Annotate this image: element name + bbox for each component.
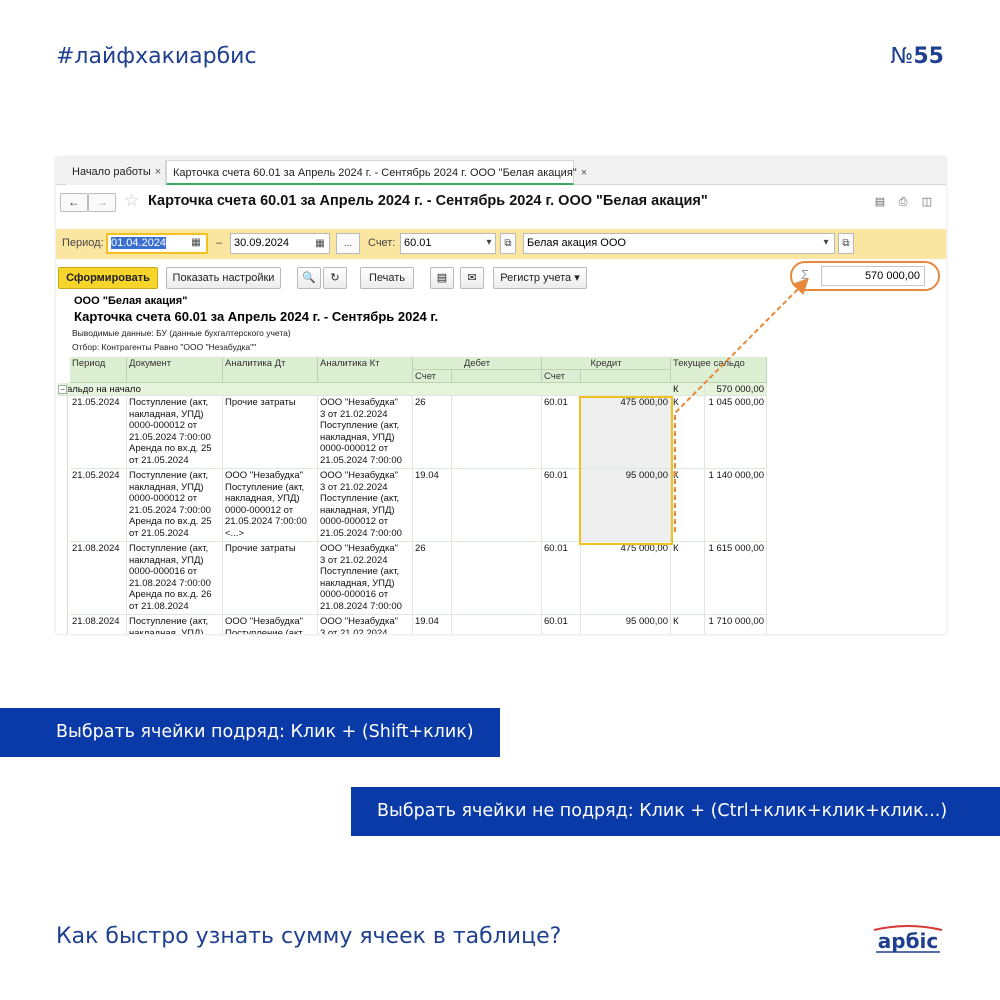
column-header-period[interactable]: Период xyxy=(70,357,127,383)
row-debit-account[interactable]: 19.04 xyxy=(413,469,452,542)
issue-number: №55 xyxy=(880,44,944,69)
row-debit-account[interactable]: 26 xyxy=(413,542,452,615)
row-document[interactable]: Поступление (акт, накладная, УПД) 0000-0… xyxy=(127,396,223,469)
hashtag: #лайфхакиарбис xyxy=(56,44,257,69)
row-credit-account[interactable]: 60.01 xyxy=(542,396,581,469)
column-header-debit-amount[interactable] xyxy=(452,370,542,383)
row-balance-side[interactable]: К xyxy=(671,542,705,615)
row-balance[interactable]: 1 140 000,00 xyxy=(705,469,767,542)
row-analytics-kt[interactable]: ООО "Незабудка" 3 от 21.02.2024 Поступле… xyxy=(318,469,413,542)
tip-consecutive: Выбрать ячейки подряд: Клик + (Shift+кли… xyxy=(0,708,500,757)
row-debit-account[interactable]: 26 xyxy=(413,396,452,469)
row-balance-side[interactable]: К xyxy=(671,396,705,469)
issue-prefix: № xyxy=(890,44,914,69)
row-credit-account[interactable]: 60.01 xyxy=(542,542,581,615)
row-balance[interactable]: 1 615 000,00 xyxy=(705,542,767,615)
row-analytics-kt[interactable]: ООО "Незабудка" 3 от 21.02.2024 Поступле… xyxy=(318,396,413,469)
opening-balance-side[interactable]: К xyxy=(671,383,705,396)
column-header-debit[interactable]: Дебет xyxy=(413,357,542,370)
row-balance-side[interactable]: К xyxy=(671,615,705,634)
row-credit-account[interactable]: 60.01 xyxy=(542,615,581,634)
row-document[interactable]: Поступление (акт, накладная, УПД) 0000-0… xyxy=(127,469,223,542)
column-header-credit[interactable]: Кредит xyxy=(542,357,671,370)
svg-text:арбіс: арбіс xyxy=(878,929,939,953)
arbis-logo-icon: арбіс xyxy=(873,925,943,953)
column-header-analytics-dt[interactable]: Аналитика Дт xyxy=(223,357,318,383)
column-header-balance[interactable]: Текущее сальдо xyxy=(671,357,767,383)
row-document[interactable]: Поступление (акт, накладная, УПД) 0000-0… xyxy=(127,542,223,615)
row-credit-amount[interactable]: 475 000,00 xyxy=(581,396,671,469)
tip-nonconsecutive: Выбрать ячейки не подряд: Клик + (Ctrl+к… xyxy=(351,787,1000,836)
row-credit-account[interactable]: 60.01 xyxy=(542,469,581,542)
app-screenshot: Начало работы × Карточка счета 60.01 за А… xyxy=(56,157,946,634)
row-analytics-dt[interactable]: ООО "Незабудка" Поступление (акт xyxy=(223,615,318,634)
column-header-document[interactable]: Документ xyxy=(127,357,223,383)
row-analytics-kt[interactable]: ООО "Незабудка" 3 от 21.02.2024 xyxy=(318,615,413,634)
row-credit-amount[interactable]: 95 000,00 xyxy=(581,615,671,634)
column-header-analytics-kt[interactable]: Аналитика Кт xyxy=(318,357,413,383)
row-analytics-dt[interactable]: Прочие затраты xyxy=(223,542,318,615)
opening-balance-label[interactable]: Сальдо на начало xyxy=(58,383,671,396)
opening-balance-value[interactable]: 570 000,00 xyxy=(705,383,767,396)
row-debit-account[interactable]: 19.04 xyxy=(413,615,452,634)
row-document[interactable]: Поступление (акт, накладная, УПД) xyxy=(127,615,223,634)
row-debit-amount[interactable] xyxy=(452,396,542,469)
row-balance[interactable]: 1 710 000,00 xyxy=(705,615,767,634)
column-header-debit-account[interactable]: Счет xyxy=(413,370,452,383)
row-balance-side[interactable]: К xyxy=(671,469,705,542)
row-credit-amount[interactable]: 475 000,00 xyxy=(581,542,671,615)
column-header-credit-account[interactable]: Счет xyxy=(542,370,581,383)
report-table: Период Документ Аналитика Дт Аналитика Кт Де… xyxy=(56,157,946,634)
row-analytics-dt[interactable]: Прочие затраты xyxy=(223,396,318,469)
row-analytics-dt[interactable]: ООО "Незабудка" Поступление (акт, наклад… xyxy=(223,469,318,542)
row-debit-amount[interactable] xyxy=(452,469,542,542)
row-debit-amount[interactable] xyxy=(452,615,542,634)
footer-question: Как быстро узнать сумму ячеек в таблице? xyxy=(56,924,562,949)
row-balance[interactable]: 1 045 000,00 xyxy=(705,396,767,469)
row-period[interactable]: 21.05.2024 xyxy=(70,396,127,469)
row-debit-amount[interactable] xyxy=(452,542,542,615)
row-period[interactable]: 21.08.2024 xyxy=(70,542,127,615)
row-credit-amount[interactable]: 95 000,00 xyxy=(581,469,671,542)
column-header-credit-amount[interactable] xyxy=(581,370,671,383)
row-period[interactable]: 21.05.2024 xyxy=(70,469,127,542)
issue-value: 55 xyxy=(913,44,944,69)
collapse-minus-icon[interactable]: − xyxy=(58,385,67,394)
collapse-gutter xyxy=(58,383,68,634)
row-analytics-kt[interactable]: ООО "Незабудка" 3 от 21.02.2024 Поступле… xyxy=(318,542,413,615)
row-period[interactable]: 21.08.2024 xyxy=(70,615,127,634)
